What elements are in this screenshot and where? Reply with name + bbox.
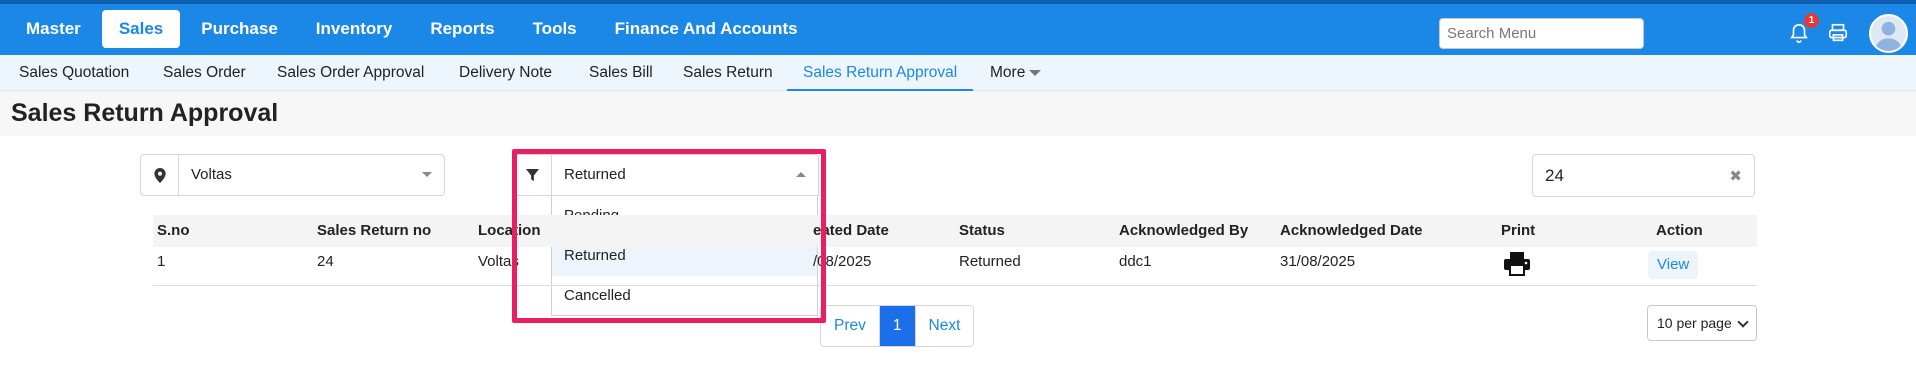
filter-icon	[526, 168, 539, 181]
search-menu-input[interactable]	[1439, 18, 1644, 49]
notification-button[interactable]: 1	[1786, 13, 1819, 46]
tab-sales-return-approval[interactable]: Sales Return Approval	[787, 55, 974, 91]
menu-sales[interactable]: Sales	[101, 10, 181, 48]
tab-sales-bill[interactable]: Sales Bill	[589, 55, 653, 91]
tab-more-label: More	[990, 64, 1026, 81]
location-select-value: Voltas	[191, 166, 232, 183]
table-row: 1 24 Voltas /08/2025 Returned ddc1 31/08…	[153, 247, 1757, 286]
page-header: Sales Return Approval	[0, 91, 1916, 136]
tab-sales-order[interactable]: Sales Order	[163, 55, 246, 91]
tab-sales-quotation[interactable]: Sales Quotation	[19, 55, 129, 91]
col-sno: S.no	[157, 222, 190, 239]
filter-icon-cell	[514, 155, 552, 195]
search-box[interactable]: 24 ✖	[1532, 154, 1755, 197]
cell-acknowledged-date: 31/08/2025	[1280, 253, 1356, 270]
main-menu: Master Sales Purchase Inventory Reports …	[9, 10, 815, 48]
cell-return-no: 24	[317, 253, 334, 270]
col-status: Status	[959, 222, 1005, 239]
menu-inventory[interactable]: Inventory	[299, 10, 410, 48]
printer-icon	[1828, 23, 1848, 42]
col-acknowledged-date: Acknowledged Date	[1280, 222, 1423, 239]
status-filter-value: Returned	[564, 166, 626, 183]
print-button[interactable]	[1825, 20, 1851, 46]
user-avatar[interactable]	[1869, 14, 1908, 53]
prev-page-button[interactable]: Prev	[821, 306, 879, 346]
location-select[interactable]: Voltas	[140, 154, 445, 196]
tab-sales-return[interactable]: Sales Return	[683, 55, 773, 91]
col-action: Action	[1656, 222, 1703, 239]
status-filter-select[interactable]: Returned	[513, 154, 819, 196]
col-sales-return-no: Sales Return no	[317, 222, 432, 239]
cell-sno: 1	[157, 253, 166, 270]
cell-status: Returned	[959, 253, 1021, 270]
print-row-button[interactable]	[1503, 251, 1531, 288]
cell-location: Voltas	[478, 253, 519, 270]
col-location: Location	[478, 222, 541, 239]
chevron-down-icon	[1737, 316, 1749, 328]
menu-purchase[interactable]: Purchase	[184, 10, 295, 48]
location-icon-cell	[141, 155, 179, 195]
pagination: Prev 1 Next	[820, 305, 975, 347]
per-page-value: 10 per page	[1657, 315, 1732, 331]
clear-icon[interactable]: ✖	[1729, 167, 1742, 185]
menu-finance[interactable]: Finance And Accounts	[598, 10, 815, 48]
col-print: Print	[1501, 222, 1536, 239]
menu-reports[interactable]: Reports	[413, 10, 511, 48]
tab-more[interactable]: More	[990, 55, 1042, 91]
menu-tools[interactable]: Tools	[516, 10, 594, 48]
view-button[interactable]: View	[1648, 251, 1699, 279]
page-title: Sales Return Approval	[11, 99, 279, 127]
chevron-up-icon	[796, 172, 806, 177]
cell-acknowledged-by: ddc1	[1119, 253, 1152, 270]
sales-subnav: Sales Quotation Sales Order Sales Order …	[0, 55, 1916, 91]
search-box-value: 24	[1545, 166, 1564, 185]
chevron-down-icon	[422, 172, 432, 177]
cell-created-date: /08/2025	[813, 253, 872, 270]
user-icon	[1874, 21, 1903, 51]
per-page-select[interactable]: 10 per page	[1647, 305, 1757, 341]
printer-icon	[1504, 252, 1530, 276]
next-page-button[interactable]: Next	[915, 306, 974, 346]
chevron-down-icon	[1029, 69, 1042, 76]
col-created-date: eated Date	[813, 222, 889, 239]
table-header: S.no Sales Return no Location eated Date…	[153, 215, 1757, 247]
menu-master[interactable]: Master	[9, 10, 98, 48]
map-pin-icon	[153, 167, 166, 183]
tab-sales-order-approval[interactable]: Sales Order Approval	[277, 55, 424, 91]
notification-badge: 1	[1804, 13, 1819, 28]
col-acknowledged-by: Acknowledged By	[1119, 222, 1249, 239]
top-navbar: Master Sales Purchase Inventory Reports …	[0, 0, 1916, 55]
page-1-button[interactable]: 1	[878, 306, 916, 346]
tab-delivery-note[interactable]: Delivery Note	[459, 55, 552, 91]
